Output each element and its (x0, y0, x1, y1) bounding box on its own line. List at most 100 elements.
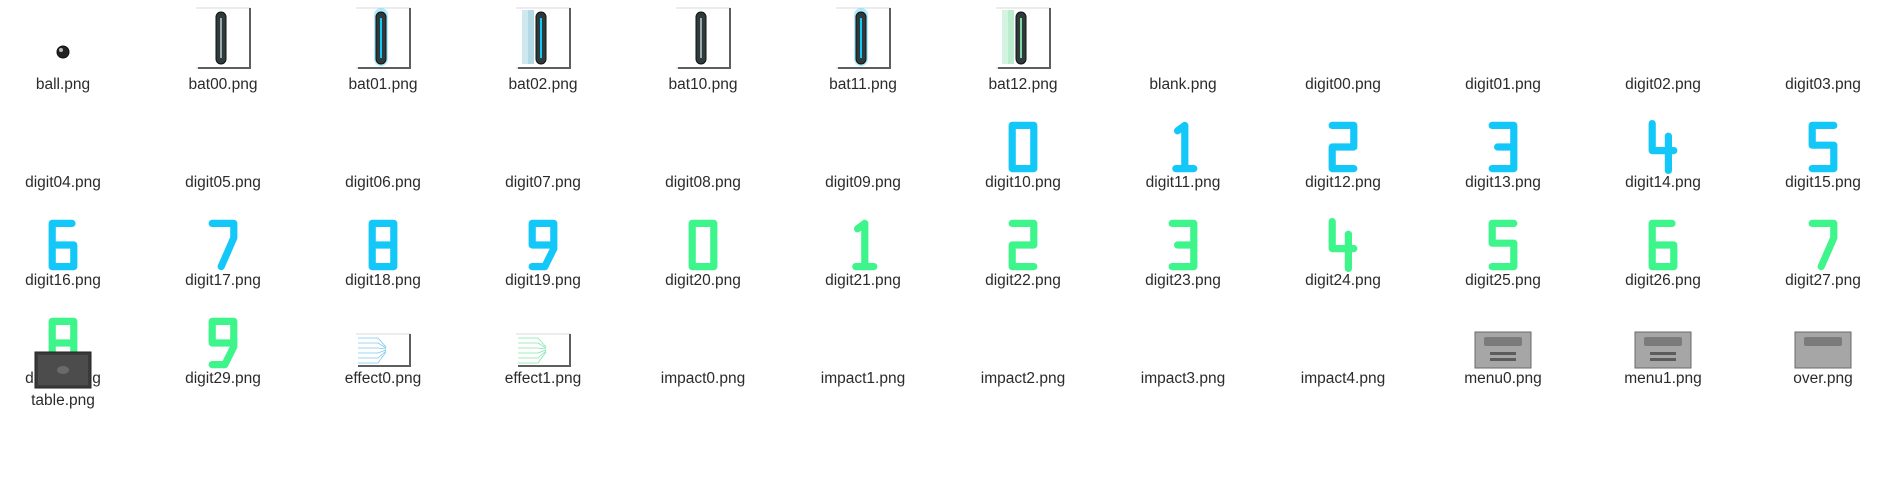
file-name: table.png (31, 392, 95, 409)
file-grid: ball.png bat00.png bat01.png bat02.png bat10… (0, 0, 1891, 498)
file-item[interactable]: digit27.png (1748, 196, 1891, 294)
file-item[interactable]: digit17.png (148, 196, 298, 294)
file-item[interactable]: digit20.png (628, 196, 778, 294)
file-item[interactable]: digit26.png (1588, 196, 1738, 294)
file-name: digit18.png (345, 272, 421, 289)
file-item[interactable]: digit21.png (788, 196, 938, 294)
file-thumbnail (1268, 98, 1418, 174)
file-item[interactable]: digit01.png (1428, 0, 1578, 98)
digit-5-blue-icon (1808, 121, 1838, 173)
file-item[interactable]: bat02.png (468, 0, 618, 98)
file-item[interactable]: digit15.png (1748, 98, 1891, 196)
menu-icon (1474, 331, 1532, 369)
bat-blue-glow-icon (356, 7, 411, 69)
file-item[interactable]: digit11.png (1108, 98, 1258, 196)
file-item[interactable]: impact2.png (948, 294, 1098, 392)
file-name: bat11.png (829, 76, 897, 93)
file-item[interactable]: menu0.png (1428, 294, 1578, 392)
file-item[interactable]: digit23.png (1108, 196, 1258, 294)
file-item[interactable]: digit05.png (148, 98, 298, 196)
file-item[interactable]: digit29.png (148, 294, 298, 392)
file-thumbnail (1428, 196, 1578, 272)
file-item[interactable]: digit18.png (308, 196, 458, 294)
digit-0-green-icon (688, 219, 718, 271)
file-thumbnail (148, 294, 298, 370)
file-item[interactable]: impact4.png (1268, 294, 1418, 392)
file-name: over.png (1793, 370, 1853, 387)
file-item[interactable]: digit22.png (948, 196, 1098, 294)
file-item[interactable]: table.png (0, 316, 138, 414)
file-thumbnail (788, 0, 938, 76)
bat-blue-trail-icon (516, 7, 571, 69)
file-item[interactable]: digit07.png (468, 98, 618, 196)
digit-5-green-icon (1488, 219, 1518, 271)
file-item[interactable]: digit24.png (1268, 196, 1418, 294)
file-item[interactable]: effect1.png (468, 294, 618, 392)
file-item[interactable]: digit02.png (1588, 0, 1738, 98)
file-item[interactable]: digit14.png (1588, 98, 1738, 196)
file-name: bat00.png (188, 76, 258, 93)
file-name: digit15.png (1785, 174, 1861, 191)
file-item[interactable]: over.png (1748, 294, 1891, 392)
file-name: digit29.png (185, 370, 261, 387)
file-item[interactable]: digit16.png (0, 196, 138, 294)
file-item[interactable]: bat10.png (628, 0, 778, 98)
file-item[interactable]: menu1.png (1588, 294, 1738, 392)
file-item[interactable]: digit03.png (1748, 0, 1891, 98)
file-item[interactable]: impact0.png (628, 294, 778, 392)
file-name: impact3.png (1140, 370, 1226, 387)
file-item[interactable]: impact3.png (1108, 294, 1258, 392)
file-thumbnail (1588, 98, 1738, 174)
file-thumbnail (948, 0, 1098, 76)
file-thumbnail (1588, 0, 1738, 76)
file-thumbnail (1748, 294, 1891, 370)
file-thumbnail (1108, 196, 1258, 272)
file-thumbnail (1268, 294, 1418, 370)
game-over-icon (1794, 331, 1852, 369)
digit-2-green-icon (1008, 219, 1038, 271)
file-item[interactable]: digit13.png (1428, 98, 1578, 196)
digit-1-green-icon (852, 219, 878, 271)
table-icon (34, 351, 92, 389)
file-thumbnail (0, 334, 138, 390)
file-item[interactable]: impact1.png (788, 294, 938, 392)
file-thumbnail (1748, 0, 1891, 76)
digit-4-blue-icon (1648, 120, 1678, 174)
file-item[interactable]: digit08.png (628, 98, 778, 196)
file-item[interactable]: digit06.png (308, 98, 458, 196)
file-item[interactable]: ball.png (0, 0, 138, 98)
file-thumbnail (148, 98, 298, 174)
file-item[interactable]: bat01.png (308, 0, 458, 98)
file-item[interactable]: digit09.png (788, 98, 938, 196)
file-thumbnail (308, 98, 458, 174)
file-item[interactable]: bat12.png (948, 0, 1098, 98)
digit-2-blue-icon (1328, 121, 1358, 173)
digit-7-blue-icon (208, 219, 238, 271)
file-thumbnail (788, 294, 938, 370)
file-thumbnail (1108, 98, 1258, 174)
file-item[interactable]: digit12.png (1268, 98, 1418, 196)
file-name: menu0.png (1464, 370, 1542, 387)
file-thumbnail (468, 98, 618, 174)
file-thumbnail (0, 0, 138, 76)
file-item[interactable]: digit19.png (468, 196, 618, 294)
file-name: digit17.png (185, 272, 261, 289)
file-name: impact2.png (980, 370, 1066, 387)
menu-icon (1634, 331, 1692, 369)
file-item[interactable]: effect0.png (308, 294, 458, 392)
file-thumbnail (1108, 0, 1258, 76)
effect-blue-icon (356, 333, 411, 367)
file-item[interactable]: blank.png (1108, 0, 1258, 98)
file-item[interactable]: digit04.png (0, 98, 138, 196)
digit-0-blue-icon (1008, 121, 1038, 173)
file-item[interactable]: bat11.png (788, 0, 938, 98)
file-thumbnail (1428, 294, 1578, 370)
file-item[interactable]: digit00.png (1268, 0, 1418, 98)
file-name: digit20.png (665, 272, 741, 289)
file-name: bat01.png (348, 76, 418, 93)
file-name: digit07.png (505, 174, 581, 191)
file-name: bat12.png (988, 76, 1058, 93)
file-item[interactable]: digit10.png (948, 98, 1098, 196)
file-item[interactable]: digit25.png (1428, 196, 1578, 294)
file-item[interactable]: bat00.png (148, 0, 298, 98)
